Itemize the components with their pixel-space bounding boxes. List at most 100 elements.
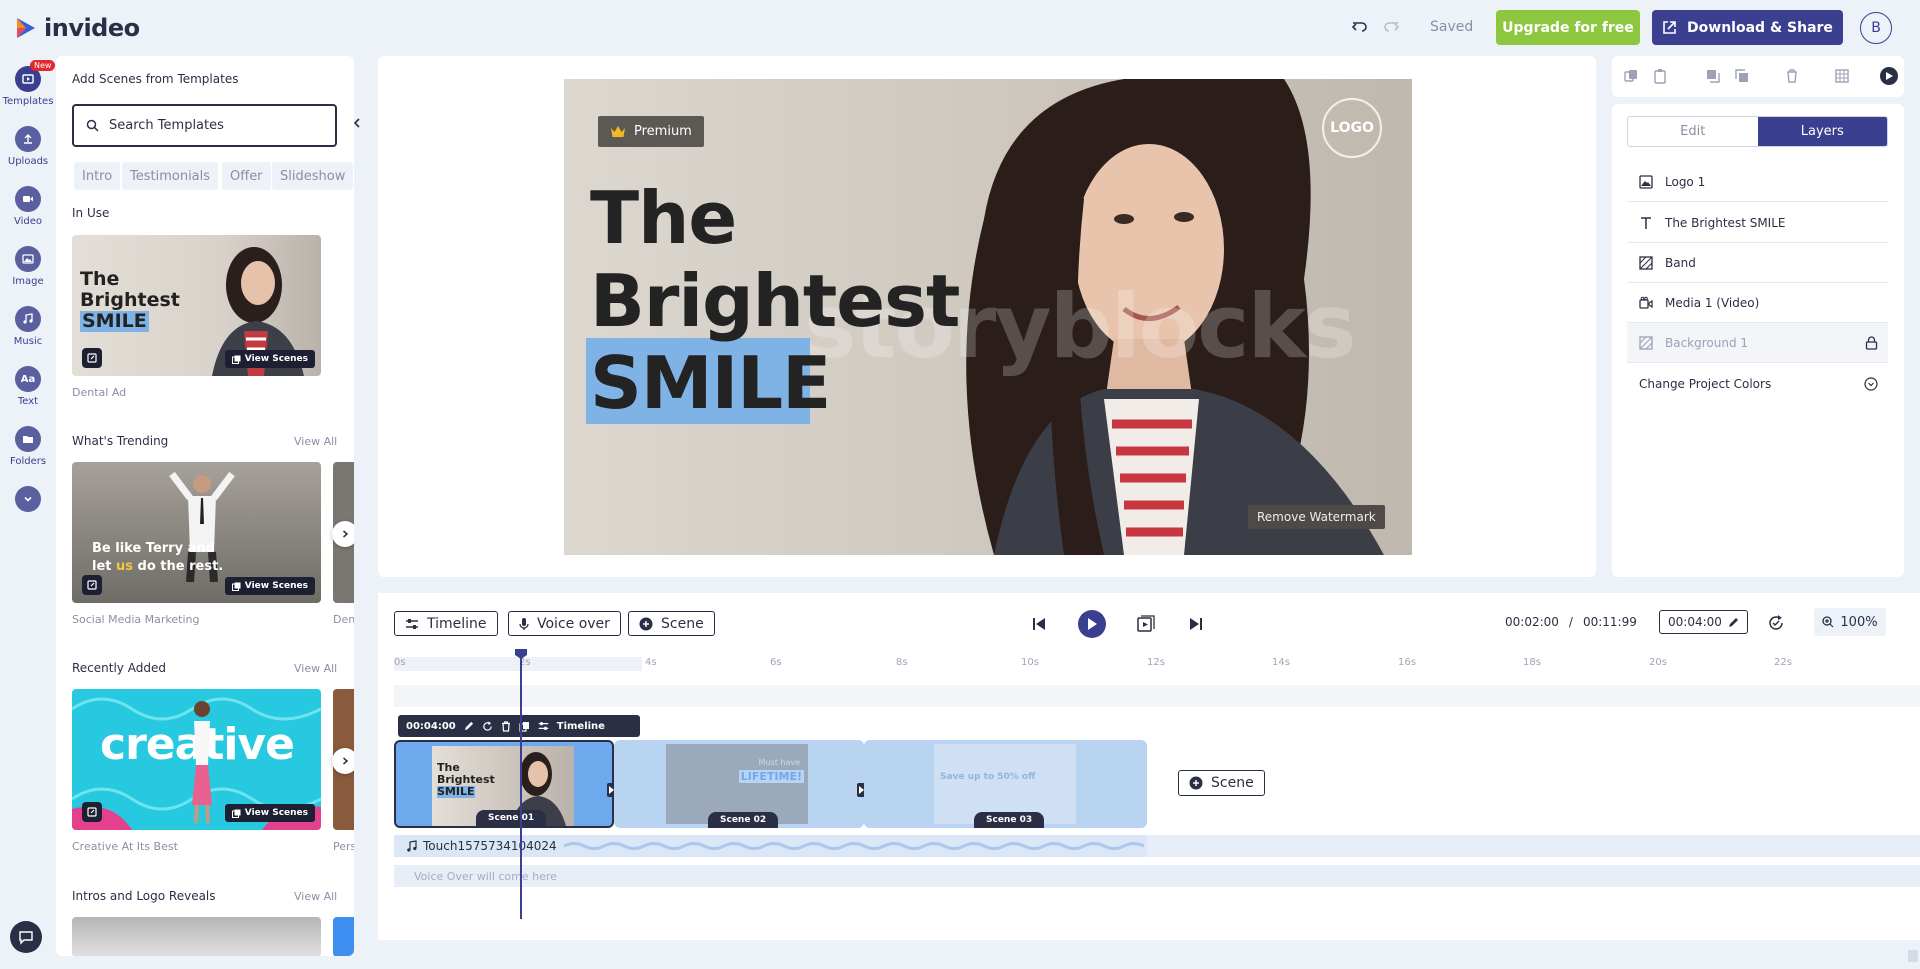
scene-card-1[interactable]: The Brightest SMILE Scene 01: [394, 740, 614, 828]
skip-back-icon[interactable]: [1032, 617, 1046, 631]
intros-view-all[interactable]: View All: [294, 890, 337, 903]
headline-line-3[interactable]: SMILE: [590, 347, 831, 419]
send-backward-icon[interactable]: [1734, 68, 1750, 84]
scene-duration-input[interactable]: 00:04:00: [1659, 610, 1748, 634]
search-placeholder: Search Templates: [109, 118, 224, 133]
view-scenes-button[interactable]: View Scenes: [224, 577, 315, 595]
tab-layers[interactable]: Layers: [1757, 117, 1887, 146]
layer-text[interactable]: The Brightest SMILE: [1627, 203, 1888, 243]
sync-icon[interactable]: [1767, 614, 1785, 632]
download-share-button[interactable]: Download & Share: [1652, 10, 1843, 45]
scene-card-2[interactable]: Must have LIFETIME! Scene 02: [614, 740, 864, 828]
zoom-control[interactable]: 100%: [1814, 608, 1886, 636]
layer-background[interactable]: Background 1: [1627, 323, 1888, 363]
scene-duration-value: 00:04:00: [1668, 615, 1722, 629]
rail-music[interactable]: Music: [0, 306, 56, 347]
recent-next-arrow[interactable]: [332, 748, 354, 774]
chip-testimonials[interactable]: Testimonials: [122, 162, 219, 190]
logo-placeholder[interactable]: LOGO: [1322, 98, 1382, 158]
skip-forward-icon[interactable]: [1189, 617, 1203, 631]
chip-slideshow[interactable]: Slideshow: [272, 162, 354, 190]
trending-view-all[interactable]: View All: [294, 435, 337, 448]
trending-thumb-line2: let us do the rest.: [92, 558, 223, 576]
voice-over-track[interactable]: Voice Over will come here: [394, 865, 1920, 887]
rail-video[interactable]: Video: [0, 186, 56, 227]
intros-heading: Intros and Logo Reveals: [72, 889, 216, 903]
trending-heading: What's Trending: [72, 434, 169, 448]
collapse-panel-handle[interactable]: [350, 112, 364, 134]
lock-icon[interactable]: [1865, 335, 1878, 350]
intros-thumbnail-1[interactable]: [72, 917, 321, 956]
video-canvas[interactable]: storyblocks Premium LOGO The Brightest S…: [564, 79, 1412, 555]
video-icon: [15, 186, 41, 212]
change-project-colors[interactable]: Change Project Colors: [1627, 364, 1888, 404]
rail-label-video: Video: [13, 216, 43, 227]
text-icon: [1641, 216, 1651, 229]
grid-icon[interactable]: [1834, 68, 1850, 84]
app-logo[interactable]: invideo: [14, 14, 140, 42]
layer-band[interactable]: Band: [1627, 243, 1888, 283]
audio-track-name: Touch1575734104024: [423, 839, 557, 853]
rail-folders[interactable]: Folders: [0, 426, 56, 467]
view-scenes-button[interactable]: View Scenes: [224, 350, 315, 368]
user-avatar[interactable]: B: [1860, 12, 1892, 44]
edit-template-icon[interactable]: [82, 575, 102, 595]
trending-thumbnail-1[interactable]: Be like Terry and let us do the rest. Vi…: [72, 462, 321, 603]
undo-icon[interactable]: [1351, 18, 1369, 36]
delete-icon[interactable]: [1784, 68, 1800, 84]
chip-intro[interactable]: Intro: [74, 162, 121, 190]
scene-2-thumb-text-1: Must have: [758, 758, 800, 767]
add-scene-timeline-button[interactable]: Scene: [1178, 770, 1265, 796]
replace-icon[interactable]: [482, 720, 493, 732]
scene-toolbar-timeline[interactable]: Timeline: [557, 721, 605, 732]
pencil-icon[interactable]: [464, 721, 474, 731]
bring-forward-icon[interactable]: [1705, 68, 1721, 84]
duplicate-icon[interactable]: [1623, 68, 1639, 84]
timeline-button[interactable]: Timeline: [394, 611, 498, 636]
tab-edit[interactable]: Edit: [1628, 117, 1758, 146]
preview-play-button[interactable]: [1880, 67, 1898, 85]
in-use-thumbnail[interactable]: The Brightest SMILE View Scenes: [72, 235, 321, 376]
vertical-scrollbar[interactable]: [1908, 950, 1918, 962]
delete-icon[interactable]: [501, 720, 511, 732]
rail-text[interactable]: Aa Text: [0, 366, 56, 407]
redo-icon[interactable]: [1382, 18, 1400, 36]
premium-badge[interactable]: Premium: [598, 116, 704, 147]
play-button[interactable]: [1078, 610, 1106, 638]
intros-thumbnail-2[interactable]: [333, 917, 354, 956]
remove-watermark-button[interactable]: Remove Watermark: [1248, 505, 1385, 529]
rail-uploads[interactable]: Uploads: [0, 126, 56, 167]
edit-template-icon[interactable]: [82, 348, 102, 368]
rail-more[interactable]: [0, 486, 56, 512]
layer-logo[interactable]: Logo 1: [1627, 162, 1888, 202]
change-colors-label: Change Project Colors: [1639, 377, 1772, 391]
scene-card-3[interactable]: Save up to 50% off Scene 03: [864, 740, 1147, 828]
view-scenes-button[interactable]: View Scenes: [224, 804, 315, 822]
trending-next-arrow[interactable]: [332, 521, 354, 547]
upgrade-button[interactable]: Upgrade for free: [1496, 10, 1640, 45]
chevron-down-circle-icon: [1864, 377, 1878, 391]
add-scene-button[interactable]: Scene: [628, 611, 715, 636]
rail-templates[interactable]: New Templates: [0, 60, 56, 107]
recent-caption-1: Creative At Its Best: [72, 840, 178, 853]
headline-line-1[interactable]: The: [590, 182, 737, 254]
search-templates-input[interactable]: Search Templates: [72, 104, 337, 147]
in-use-thumb-line1: The: [80, 268, 120, 290]
recent-thumbnail-1[interactable]: creative View Scenes: [72, 689, 321, 830]
audio-waveform: [564, 842, 1144, 850]
recent-view-all[interactable]: View All: [294, 662, 337, 675]
layer-media[interactable]: Media 1 (Video): [1627, 283, 1888, 323]
rail-image[interactable]: Image: [0, 246, 56, 287]
playhead[interactable]: [520, 651, 522, 919]
edit-template-icon[interactable]: [82, 802, 102, 822]
ruler-tick: 18s: [1523, 657, 1541, 668]
voice-over-label: Voice over: [537, 615, 610, 632]
chip-offer[interactable]: Offer: [222, 162, 271, 190]
audio-track[interactable]: Touch1575734104024: [394, 835, 1147, 857]
woman-figure-icon: [192, 701, 212, 824]
headline-line-2[interactable]: Brightest: [590, 265, 960, 337]
paste-icon[interactable]: [1652, 68, 1668, 84]
chat-button[interactable]: [10, 921, 42, 953]
voice-over-button[interactable]: Voice over: [508, 611, 621, 636]
preview-scene-icon[interactable]: [1137, 615, 1155, 633]
